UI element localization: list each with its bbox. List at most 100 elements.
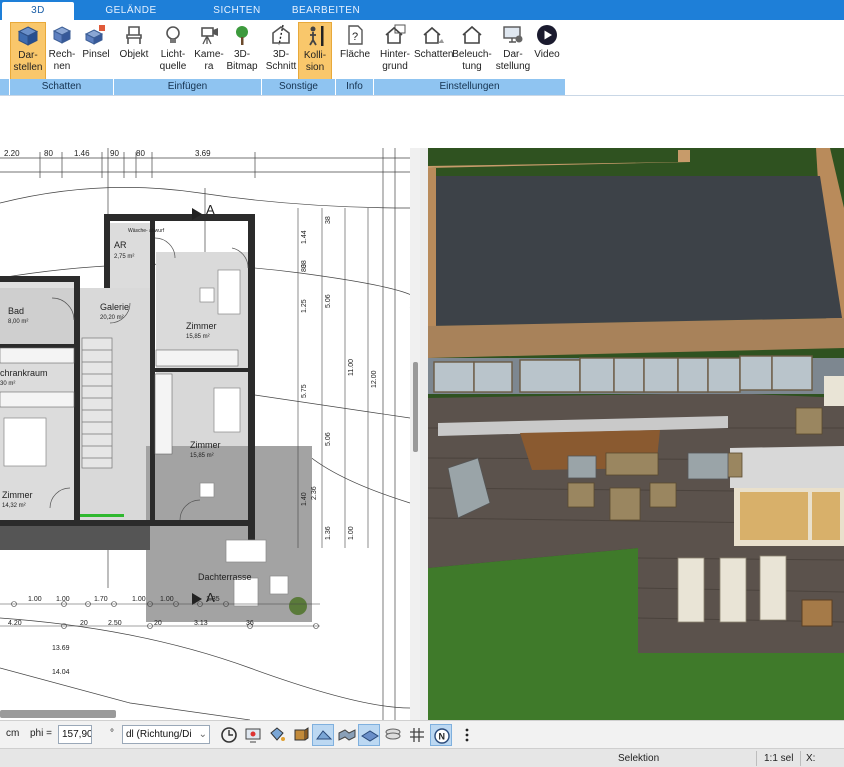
layer-3d-icon[interactable] [358, 724, 380, 746]
house-light-icon [462, 25, 482, 44]
floor-plan-view[interactable]: 2.20 80 1.46 90 80 3.69 A A AR 2,75 m² W… [0, 148, 420, 720]
pinsel-button[interactable]: Pinsel [80, 22, 112, 80]
unit-label: cm [6, 728, 20, 739]
room-name-zimmer-3: Zimmer [2, 490, 33, 500]
dim-b2-5: 36 [246, 620, 254, 627]
ribbon: Dar- stellen Rech- nen Pinsel Objekt Lic… [0, 20, 844, 96]
dim-b1-4: 1.00 [160, 596, 174, 603]
horizontal-scroll-thumb[interactable] [0, 710, 116, 718]
room-name-dachterrasse: Dachterrasse [198, 572, 252, 582]
status-scale: 1:1 sel [764, 753, 794, 764]
dim-v-5: 1.36 [325, 526, 332, 540]
schatten-button[interactable]: Schatten [414, 22, 454, 80]
objekt-button[interactable]: Objekt [116, 22, 152, 80]
video-label: Video [534, 49, 560, 60]
direction-select[interactable]: dl (Richtung/Di ⌄ [122, 725, 210, 744]
dim-v-4: 1.40 [301, 492, 308, 506]
lichtquelle-button[interactable]: Licht- quelle [154, 22, 192, 80]
north-icon[interactable]: N [430, 724, 452, 746]
darstellung-button[interactable]: Dar- stellung [494, 22, 532, 80]
tab-bearbeiten[interactable]: BEARBEITEN [290, 2, 362, 20]
plan-vertical-scroll-thumb[interactable] [413, 362, 418, 452]
pointer-3d-icon[interactable] [312, 724, 334, 746]
dim-v-0: 1.44 [301, 230, 308, 244]
room-area-schrankraum: 30 m² [0, 381, 15, 387]
flaeche-label: Fläche [339, 49, 370, 60]
room-area-bad: 8,00 m² [8, 319, 28, 325]
hintergrund-button[interactable]: Hinter- grund [376, 22, 414, 80]
video-button[interactable]: Video [532, 22, 562, 80]
lichtquelle-label: Licht- quelle [159, 49, 187, 72]
schnitt-3d-button[interactable]: 3D- Schnitt [264, 22, 298, 80]
view-3d-scene [428, 148, 844, 720]
paint-cube-icon [84, 25, 105, 45]
clock-icon[interactable] [218, 724, 240, 746]
group-einfuegen: Einfügen [114, 79, 262, 95]
dim-v-6: 5.06 [325, 294, 332, 308]
group-sonstige: Sonstige [262, 79, 336, 95]
screen-3d-icon[interactable] [242, 724, 264, 746]
walls-icon[interactable] [336, 724, 358, 746]
cube-render-icon [17, 26, 39, 46]
svg-text:?: ? [352, 31, 358, 43]
tab-3d[interactable]: 3D [2, 2, 74, 20]
grid-icon[interactable] [406, 724, 428, 746]
schatten-label: Schatten [414, 49, 454, 60]
degree-symbol: ° [110, 728, 114, 739]
monitor-settings-icon [503, 26, 523, 43]
room-name-galerie: Galerie [100, 302, 129, 312]
area-info-icon: ? [348, 25, 363, 45]
dim-v-13: 38 [301, 260, 308, 268]
more-vertical-icon[interactable] [456, 724, 478, 746]
rechnen-button[interactable]: Rech- nen [46, 22, 78, 80]
room-name-zimmer-2: Zimmer [190, 440, 221, 450]
dim-v-9: 12.00 [371, 370, 378, 388]
dim-b2-0: 4.20 [8, 620, 22, 627]
dim-b1-0: 1.00 [28, 596, 42, 603]
dim-top-1: 80 [44, 149, 53, 158]
room-area-galerie: 20,20 m² [100, 315, 124, 321]
kamera-label: Kame- ra [194, 49, 224, 72]
bitmap-3d-label: 3D- Bitmap [226, 49, 258, 72]
dim-v-10: 2.36 [311, 486, 318, 500]
room-name-ar: AR [114, 240, 127, 250]
group-schatten: Schatten [10, 79, 114, 95]
kollision-button[interactable]: Kolli- sion [298, 22, 332, 80]
dim-b1-2: 1.70 [94, 596, 108, 603]
beleuchtung-button[interactable]: Beleuch- tung [452, 22, 492, 80]
phi-input[interactable] [58, 725, 92, 744]
room-note-waesche: Wäsche- abwurf [128, 228, 165, 234]
section-marker-top: A [206, 202, 215, 217]
bitmap-3d-button[interactable]: 3D- Bitmap [226, 22, 258, 80]
dim-top-5: 3.69 [195, 149, 211, 158]
room-area-ar: 2,75 m² [114, 254, 134, 260]
room-area-zimmer-2: 15,85 m² [190, 453, 214, 459]
chair-icon [126, 26, 142, 44]
dim-top-3: 90 [110, 149, 119, 158]
flaeche-button[interactable]: ? Fläche [338, 22, 372, 80]
tab-gelaende[interactable]: GELÄNDE [96, 2, 166, 20]
status-mode: Selektion [618, 753, 660, 764]
box-3d-icon[interactable] [290, 724, 312, 746]
kamera-button[interactable]: Kame- ra [192, 22, 226, 80]
view-splitter[interactable] [420, 148, 428, 720]
dim-top-4: 80 [136, 149, 145, 158]
view-3d[interactable] [428, 148, 844, 720]
darstellen-button[interactable]: Dar- stellen [10, 22, 46, 80]
room-area-zimmer-3: 14,32 m² [2, 503, 26, 509]
tab-sichten[interactable]: SICHTEN [202, 2, 272, 20]
direction-select-value: dl (Richtung/Di [126, 729, 192, 740]
phi-label: phi = [30, 728, 52, 739]
house-background-icon [385, 24, 406, 44]
paint-bucket-icon[interactable] [266, 724, 288, 746]
group-einstellungen: Einstellungen [374, 79, 566, 95]
stack-icon[interactable] [382, 724, 404, 746]
dim-v-11: 1.00 [348, 526, 355, 540]
objekt-label: Objekt [119, 49, 149, 60]
tree-icon [236, 26, 248, 45]
chevron-down-icon: ⌄ [198, 729, 207, 740]
dim-b3-1: 14.04 [52, 669, 70, 676]
group-edge [0, 79, 10, 95]
dim-b1-5: 1.35 [206, 596, 220, 603]
cube-compute-icon [52, 26, 72, 44]
